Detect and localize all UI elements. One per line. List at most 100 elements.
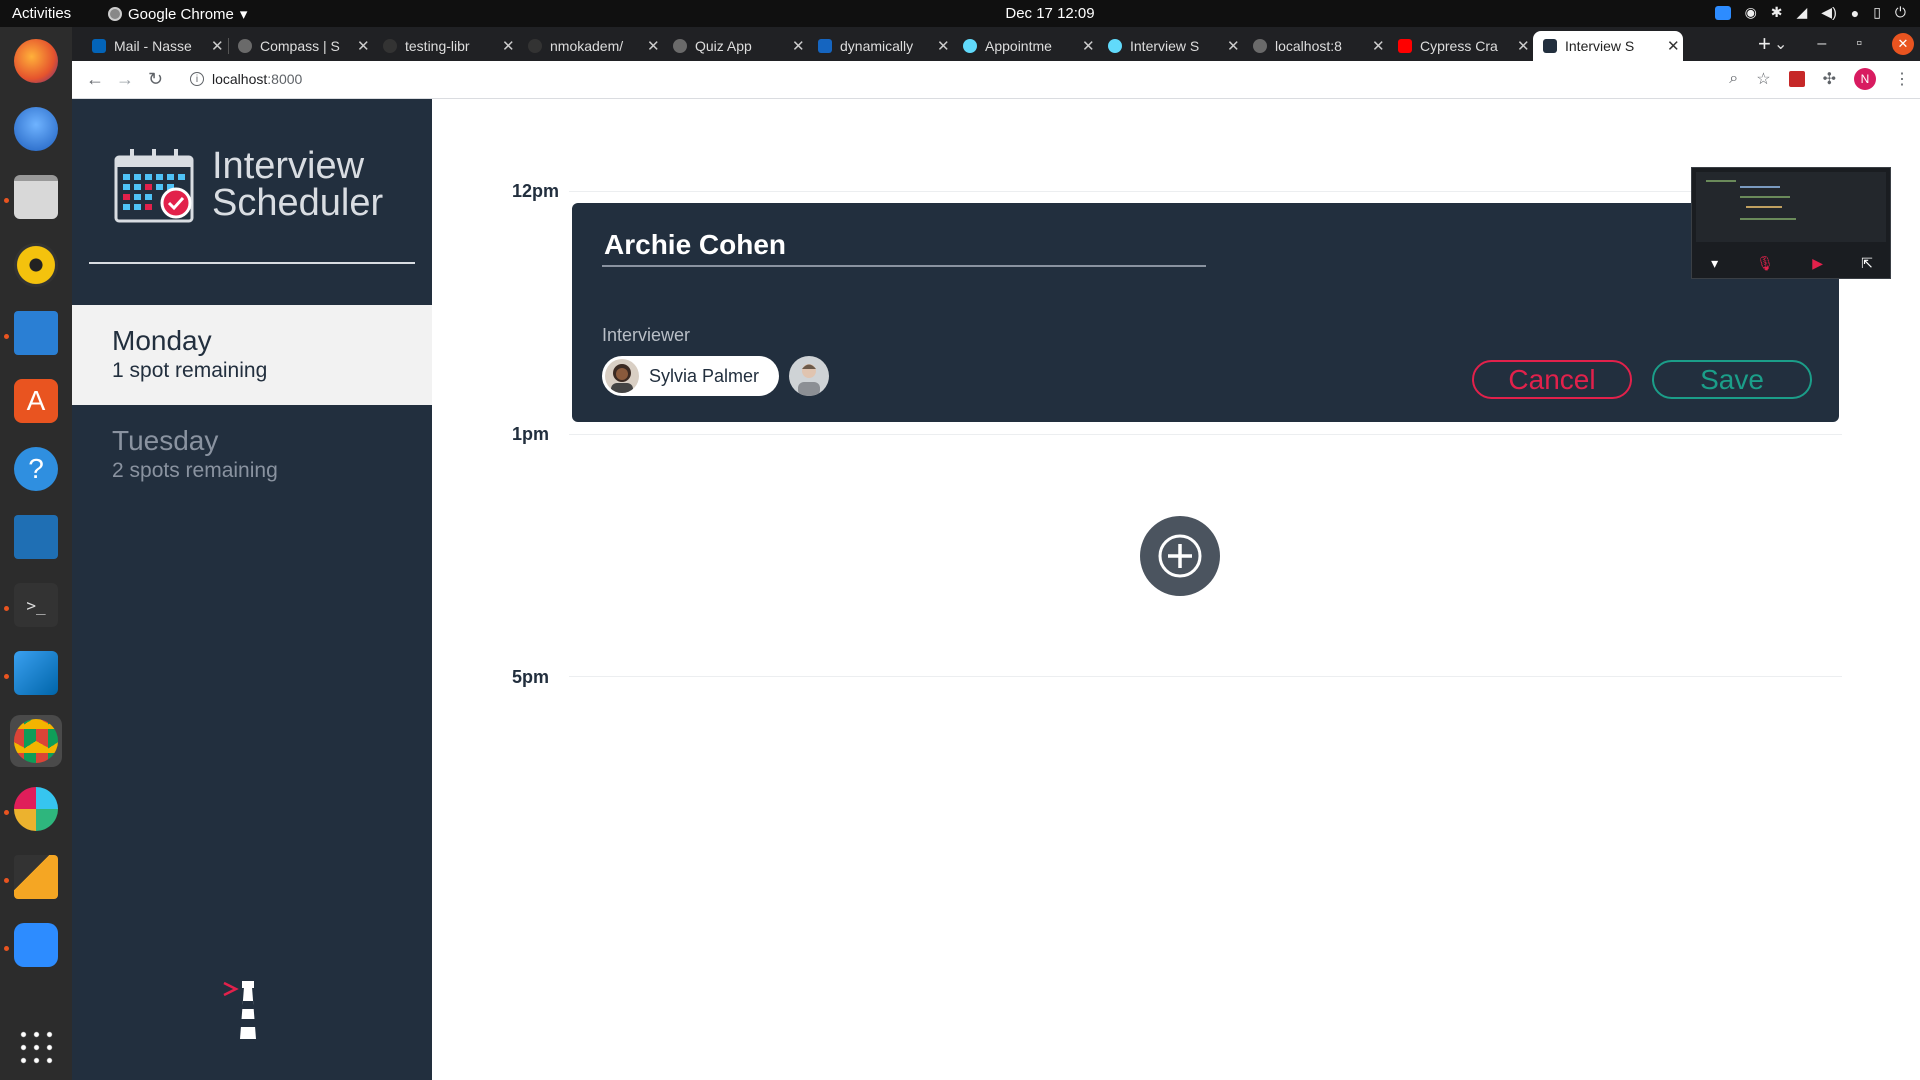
sidebar-separator <box>89 262 415 264</box>
running-indicator <box>4 810 9 815</box>
wifi-icon[interactable]: ◢ <box>1797 4 1808 21</box>
tab[interactable]: dynamically ✕ <box>808 31 953 61</box>
close-icon[interactable]: ✕ <box>1667 37 1683 55</box>
tab-active[interactable]: Interview S ✕ <box>1533 31 1683 61</box>
tab[interactable]: Appointme ✕ <box>953 31 1098 61</box>
clock[interactable]: Dec 17 12:09 <box>0 5 1920 22</box>
close-icon[interactable]: ✕ <box>937 37 953 55</box>
calendar-logo-icon <box>114 149 194 223</box>
time-divider <box>569 434 1842 435</box>
docs-favicon <box>818 39 832 53</box>
react-favicon <box>963 39 977 53</box>
save-button[interactable]: Save <box>1652 360 1812 399</box>
close-icon[interactable]: ✕ <box>1082 37 1098 55</box>
dock: A ? >_ <box>0 27 72 1080</box>
tab[interactable]: Cypress Cra ✕ <box>1388 31 1533 61</box>
terminal-launcher[interactable]: >_ <box>10 579 62 631</box>
tab[interactable]: Interview S ✕ <box>1098 31 1243 61</box>
browser-toolbar: ← → ↻ i localhost:8000 ⌕ ☆ ✣ N ⋮ <box>72 61 1920 99</box>
extension-icon[interactable] <box>1788 71 1805 87</box>
student-name-input[interactable] <box>602 225 1206 267</box>
tab[interactable]: Compass | S ✕ <box>228 31 373 61</box>
window-controls: ⌄ – ▫ ✕ <box>1774 27 1920 61</box>
tab[interactable]: Mail - Nasse ✕ <box>82 31 227 61</box>
writer-launcher[interactable] <box>10 307 62 359</box>
rhythmbox-launcher[interactable] <box>10 239 62 291</box>
zoom-launcher[interactable] <box>10 919 62 971</box>
tab-title: Quiz App <box>695 38 752 54</box>
mic-muted-icon[interactable]: 🎙 <box>1756 255 1774 272</box>
pop-out-icon[interactable]: ⇱ <box>1861 255 1873 272</box>
tab[interactable]: testing-libr ✕ <box>373 31 518 61</box>
forward-icon[interactable]: → <box>116 69 134 90</box>
extensions-puzzle-icon[interactable]: ✣ <box>1823 69 1836 89</box>
tab[interactable]: nmokadem/ ✕ <box>518 31 663 61</box>
help-launcher[interactable]: ? <box>10 443 62 495</box>
firefox-launcher[interactable] <box>10 35 62 87</box>
slack-launcher[interactable] <box>10 783 62 835</box>
close-icon[interactable]: ✕ <box>502 37 518 55</box>
show-apps-button[interactable] <box>10 1021 62 1073</box>
profile-avatar[interactable]: N <box>1854 68 1876 90</box>
video-off-icon[interactable]: ▶ <box>1812 255 1823 272</box>
close-icon[interactable]: ✕ <box>647 37 663 55</box>
address-bar[interactable]: i localhost:8000 <box>190 71 302 87</box>
volume-icon[interactable]: ◀) <box>1821 4 1836 21</box>
discord-tray-icon[interactable]: ◉ <box>1745 4 1757 21</box>
site-info-icon[interactable]: i <box>190 72 204 86</box>
running-indicator <box>4 334 9 339</box>
software-launcher[interactable]: A <box>10 375 62 427</box>
tab-title: nmokadem/ <box>550 38 624 54</box>
files-icon <box>14 175 58 219</box>
bookmark-star-icon[interactable]: ☆ <box>1756 69 1770 89</box>
zoom-icon[interactable]: ⌕ <box>1729 70 1738 88</box>
add-appointment-button[interactable] <box>1140 516 1220 596</box>
system-top-bar: Activities Google Chrome ▾ Dec 17 12:09 … <box>0 0 1920 27</box>
tab-search-icon[interactable]: ⌄ <box>1774 34 1787 54</box>
running-indicator <box>4 674 9 679</box>
interviewer-item[interactable] <box>789 356 830 396</box>
vscode-launcher[interactable] <box>10 647 62 699</box>
close-icon[interactable]: ✕ <box>357 37 373 55</box>
zoom-tray-icon[interactable] <box>1714 5 1731 20</box>
day-list-item-tuesday[interactable]: Tuesday 2 spots remaining <box>72 405 432 505</box>
power-icon[interactable]: ⏻ <box>1895 4 1906 21</box>
files-launcher[interactable] <box>10 171 62 223</box>
close-icon[interactable]: ✕ <box>1227 37 1243 55</box>
caret-down-icon[interactable]: ▾ <box>1711 255 1718 272</box>
slack-tray-icon[interactable]: ✱ <box>1771 4 1783 21</box>
restore-icon[interactable]: ▫ <box>1856 35 1862 53</box>
close-icon[interactable]: ✕ <box>792 37 808 55</box>
app-64-icon <box>14 855 58 899</box>
tab[interactable]: localhost:8 ✕ <box>1243 31 1388 61</box>
time-divider <box>569 676 1842 677</box>
interviewer-list: Sylvia Palmer <box>602 356 830 396</box>
back-icon[interactable]: ← <box>86 69 104 90</box>
minimize-icon[interactable]: – <box>1817 35 1826 53</box>
system-monitor-launcher[interactable] <box>10 511 62 563</box>
close-icon[interactable]: ✕ <box>211 37 227 55</box>
menu-kebab-icon[interactable]: ⋮ <box>1894 69 1910 89</box>
close-icon[interactable]: ✕ <box>1517 37 1533 55</box>
window-close-icon[interactable]: ✕ <box>1892 33 1914 55</box>
interviewer-item-selected[interactable]: Sylvia Palmer <box>602 356 780 396</box>
tab[interactable]: Quiz App ✕ <box>663 31 808 61</box>
writer-icon <box>14 311 58 355</box>
zoom-floating-window[interactable]: ▾ 🎙 ▶ ⇱ <box>1691 167 1891 279</box>
time-divider <box>569 191 1842 192</box>
day-list-item-monday[interactable]: Monday 1 spot remaining <box>72 305 432 405</box>
battery-icon[interactable]: ▯ <box>1873 4 1881 21</box>
day-spots: 2 spots remaining <box>112 459 278 482</box>
reload-icon[interactable]: ↻ <box>148 69 163 90</box>
microphone-icon[interactable]: ● <box>1851 5 1859 21</box>
new-tab-button[interactable]: + <box>1758 31 1771 57</box>
cancel-button[interactable]: Cancel <box>1472 360 1632 399</box>
thunderbird-launcher[interactable] <box>10 103 62 155</box>
system-tray[interactable]: ◉ ✱ ◢ ◀) ● ▯ ⏻ <box>1714 4 1906 21</box>
chrome-launcher[interactable] <box>10 715 62 767</box>
tab-title: Interview S <box>1130 38 1200 54</box>
postman-launcher[interactable] <box>10 851 62 903</box>
logo: Interview Scheduler <box>114 147 383 223</box>
system-monitor-icon <box>14 515 58 559</box>
close-icon[interactable]: ✕ <box>1372 37 1388 55</box>
